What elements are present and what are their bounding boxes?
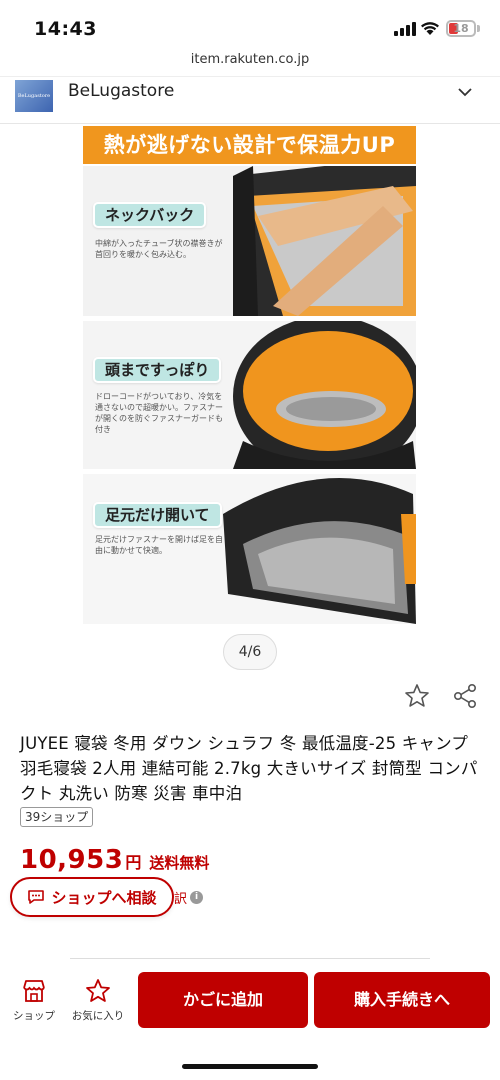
bottom-action-bar: ショップ お気に入り かごに追加 購入手続きへ bbox=[0, 962, 500, 1080]
price-value: 10,953 bbox=[20, 845, 124, 875]
price-block: 10,953 円送料無料 bbox=[20, 845, 209, 875]
feature-tag-head: 頭まですっぽり bbox=[93, 357, 222, 383]
image-panel-feet: 足元だけ開いて 足元だけファスナーを開けば足を自由に動かせて快適。 bbox=[83, 474, 416, 624]
feature-tag-neck: ネックバック bbox=[93, 202, 207, 228]
feature-desc-head: ドローコードがついており、冷気を通さないので超暖かい。ファスナーが開くのを防ぐフ… bbox=[95, 392, 223, 434]
signal-icon bbox=[394, 22, 416, 36]
product-title: JUYEE 寝袋 冬用 ダウン シュラフ 冬 最低温度-25 キャンプ 羽毛寝袋… bbox=[20, 734, 478, 803]
store-header[interactable]: BeLugastore BeLugastore bbox=[0, 76, 500, 124]
feature-desc-feet: 足元だけファスナーを開けば足を自由に動かせて快適。 bbox=[95, 535, 223, 555]
share-icon[interactable] bbox=[452, 683, 478, 709]
chat-bubble-icon bbox=[28, 890, 45, 904]
store-name[interactable]: BeLugastore bbox=[68, 81, 174, 101]
price-currency: 円 bbox=[125, 853, 142, 872]
store-logo: BeLugastore bbox=[15, 80, 53, 112]
chevron-down-icon[interactable] bbox=[458, 85, 472, 99]
star-icon bbox=[86, 979, 110, 1002]
battery-icon: 18 bbox=[446, 20, 476, 37]
status-bar: 14:43 18 bbox=[0, 0, 500, 52]
wifi-icon bbox=[421, 22, 439, 35]
free-shipping-label: 送料無料 bbox=[149, 854, 210, 872]
consult-shop-button[interactable]: ショップへ相談 bbox=[10, 877, 174, 917]
star-favorite-icon[interactable] bbox=[404, 683, 430, 709]
add-to-cart-button[interactable]: かごに追加 bbox=[138, 972, 308, 1028]
battery-level: 18 bbox=[453, 22, 469, 35]
info-icon: i bbox=[190, 891, 204, 904]
shop-nav-label: ショップ bbox=[13, 1010, 55, 1022]
image-panel-neck: ネックバック 中綿が入ったチューブ状の襟巻きが首回りを暖かく包み込む。 bbox=[83, 166, 416, 316]
image-panel-head: 頭まですっぽり ドローコードがついており、冷気を通さないので超暖かい。ファスナー… bbox=[83, 321, 416, 469]
shop-icon bbox=[23, 980, 45, 1002]
shop-count-badge[interactable]: 39ショップ bbox=[20, 807, 94, 827]
checkout-button[interactable]: 購入手続きへ bbox=[314, 972, 490, 1028]
image-banner: 熱が逃げない設計で保温力UP bbox=[83, 126, 416, 164]
battery-cap bbox=[477, 25, 480, 32]
status-time: 14:43 bbox=[34, 18, 97, 40]
feature-desc-neck: 中綿が入ったチューブ状の襟巻きが首回りを暖かく包み込む。 bbox=[95, 239, 223, 259]
home-indicator[interactable] bbox=[182, 1064, 318, 1069]
shop-nav-button[interactable]: ショップ bbox=[6, 978, 62, 1023]
favorite-nav-label: お気に入り bbox=[71, 1010, 125, 1022]
breakdown-label: 訳 bbox=[174, 892, 188, 907]
url-bar[interactable]: item.rakuten.co.jp bbox=[0, 52, 500, 76]
feature-tag-feet: 足元だけ開いて bbox=[93, 502, 222, 528]
favorite-nav-button[interactable]: お気に入り bbox=[68, 978, 128, 1023]
product-image-gallery[interactable]: 熱が逃げない設計で保温力UP ネックバック 中綿が入ったチューブ状の襟巻きが首回… bbox=[0, 124, 500, 624]
image-counter: 4/6 bbox=[223, 634, 277, 670]
price-breakdown-link[interactable]: 訳 i bbox=[174, 888, 204, 907]
consult-label: ショップへ相談 bbox=[51, 888, 157, 907]
